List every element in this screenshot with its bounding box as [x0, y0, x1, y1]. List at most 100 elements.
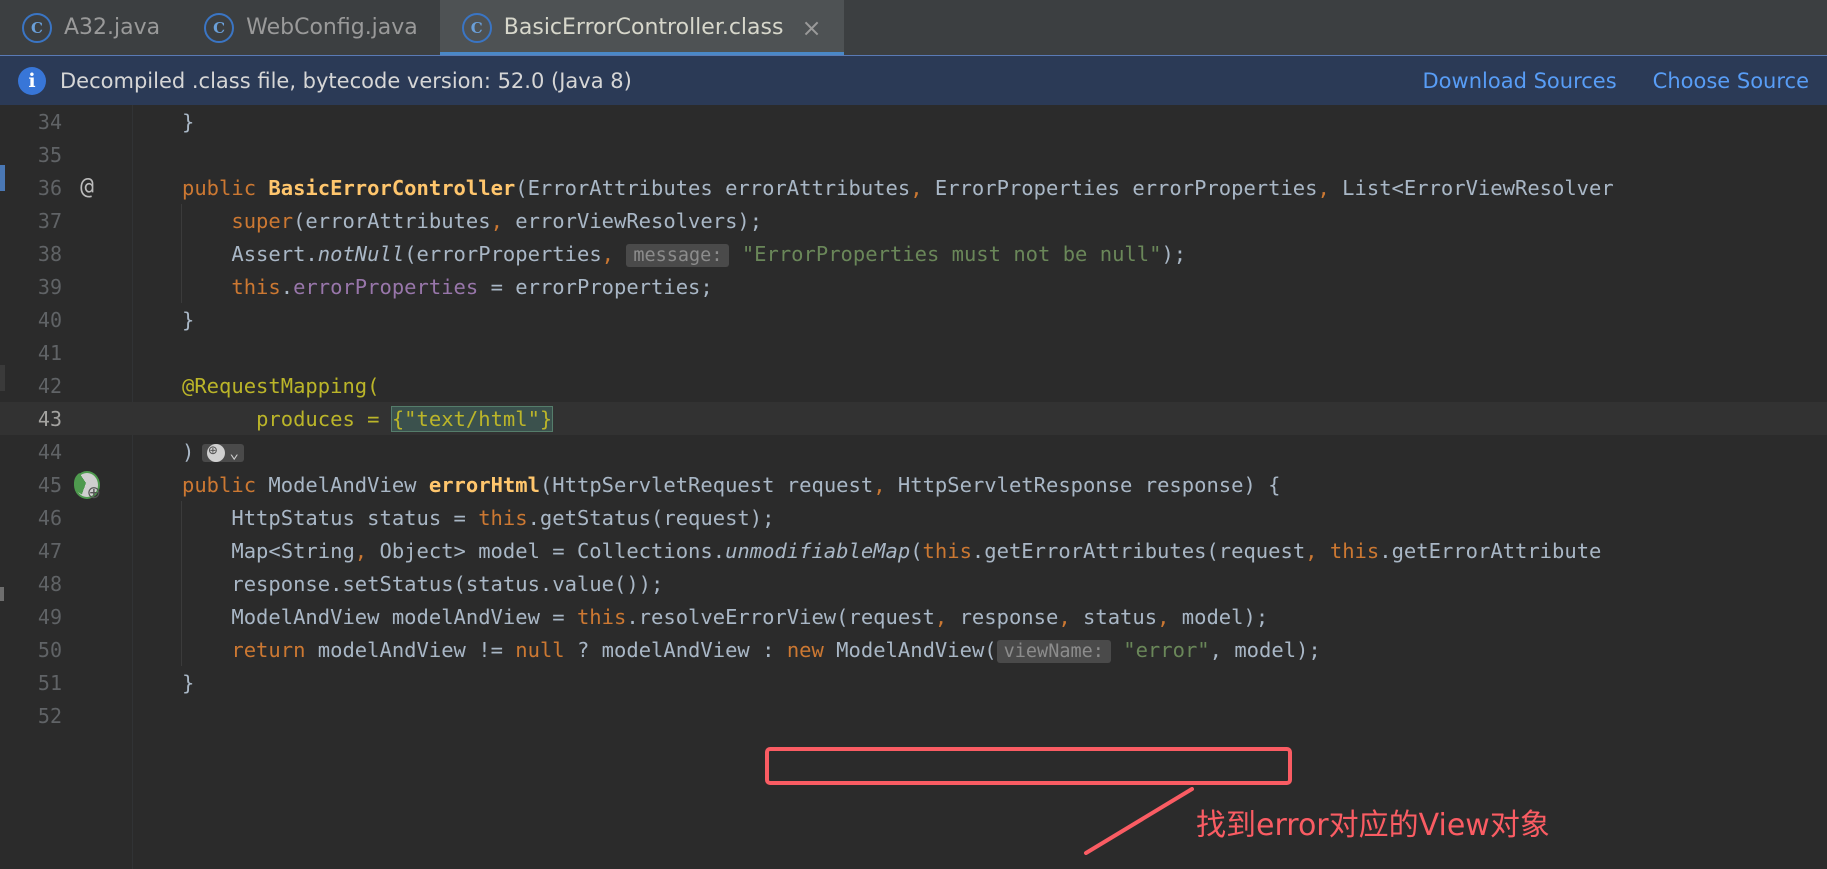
line-gutter[interactable]: 49	[0, 600, 132, 633]
info-icon: i	[18, 67, 46, 95]
code-line[interactable]: 49 ModelAndView modelAndView = this.reso…	[0, 600, 1827, 634]
line-gutter[interactable]: 37	[0, 204, 132, 237]
line-gutter[interactable]: 35	[0, 138, 132, 171]
code-content: HttpStatus status = this.getStatus(reque…	[231, 505, 775, 530]
indent-guide	[181, 501, 182, 535]
code-line[interactable]: 46 HttpStatus status = this.getStatus(re…	[0, 501, 1827, 535]
line-gutter[interactable]: 43	[0, 402, 132, 435]
code-token: "ErrorProperties must not be null"	[741, 241, 1162, 266]
code-content: ModelAndView modelAndView = this.resolve…	[231, 604, 1269, 629]
line-gutter[interactable]: 52	[0, 699, 132, 732]
line-gutter[interactable]: 44	[0, 435, 132, 468]
code-line[interactable]: 50 return modelAndView != null ? modelAn…	[0, 633, 1827, 667]
tab-basicerrorcontroller-class[interactable]: C BasicErrorController.class ×	[439, 0, 844, 55]
code-editor[interactable]: 34 } 35 36 @ public BasicErrorController…	[0, 105, 1827, 869]
line-number: 37	[37, 208, 62, 233]
code-line[interactable]: 38 Assert.notNull(errorProperties, messa…	[0, 237, 1827, 271]
line-gutter[interactable]: 42	[0, 369, 132, 402]
code-content: return modelAndView != null ? modelAndVi…	[231, 637, 1321, 663]
line-number: 47	[37, 538, 62, 563]
code-content: super(errorAttributes, errorViewResolver…	[231, 208, 763, 233]
line-gutter[interactable]: 38	[0, 237, 132, 270]
url-mapping-inlay[interactable]: ⌄	[202, 441, 244, 462]
globe-icon	[207, 441, 226, 462]
code-token: new	[786, 637, 824, 662]
line-gutter[interactable]: 34	[0, 105, 132, 138]
code-token: }	[182, 670, 195, 695]
line-number: 43	[37, 406, 62, 431]
line-number: 45	[37, 472, 62, 497]
line-number: 36	[37, 175, 62, 200]
globe-icon	[74, 470, 101, 502]
line-gutter[interactable]: 39	[0, 270, 132, 303]
tab-label: WebConfig.java	[246, 15, 418, 40]
choose-source-link[interactable]: Choose Source	[1653, 69, 1809, 93]
code-line[interactable]: 44 )⌄	[0, 435, 1827, 468]
code-token: response.setStatus(status.value());	[231, 571, 664, 596]
parameter-hint: message:	[626, 243, 730, 267]
indent-guide	[181, 600, 182, 634]
code-scroll-area[interactable]: 34 } 35 36 @ public BasicErrorController…	[0, 105, 1827, 869]
code-token: }	[182, 109, 195, 134]
line-number: 40	[37, 307, 62, 332]
annotation-gutter-icon[interactable]: @	[74, 175, 100, 201]
code-line[interactable]: 51 }	[0, 666, 1827, 699]
code-content: response.setStatus(status.value());	[132, 572, 663, 596]
code-line[interactable]: 45 public ModelAndView errorHtml(HttpSer…	[0, 468, 1827, 502]
code-content: )⌄	[132, 440, 244, 464]
code-line[interactable]: 36 @ public BasicErrorController(ErrorAt…	[0, 171, 1827, 204]
code-line[interactable]: 47 Map<String, Object> model = Collectio…	[0, 534, 1827, 568]
indent-guide	[181, 534, 182, 568]
code-content: Map<String, Object> model = Collections.…	[231, 538, 1602, 563]
tab-label: A32.java	[64, 15, 161, 40]
code-line[interactable]: 39 this.errorProperties = errorPropertie…	[0, 270, 1827, 304]
code-token: "error"	[1123, 637, 1210, 662]
notification-message: Decompiled .class file, bytecode version…	[60, 69, 632, 93]
line-number: 49	[37, 604, 62, 629]
close-icon[interactable]: ×	[801, 16, 821, 40]
code-line[interactable]: 40 }	[0, 303, 1827, 336]
code-content: produces = {"text/html"}	[132, 405, 554, 432]
download-sources-link[interactable]: Download Sources	[1423, 69, 1617, 93]
line-number: 48	[37, 571, 62, 596]
code-token: ModelAndView(	[823, 637, 997, 662]
code-line[interactable]: 42 @RequestMapping(	[0, 369, 1827, 402]
line-gutter[interactable]: 45	[0, 468, 132, 502]
line-number: 51	[37, 670, 62, 695]
tab-a32-java[interactable]: C A32.java	[0, 0, 182, 55]
code-token: @RequestMapping(	[182, 373, 380, 398]
code-line[interactable]: 37 super(errorAttributes, errorViewResol…	[0, 204, 1827, 238]
class-file-icon: C	[461, 12, 492, 43]
line-number: 38	[37, 241, 62, 266]
code-content: this.errorProperties = errorProperties;	[231, 274, 713, 299]
notification-actions: Download Sources Choose Source	[1423, 69, 1809, 93]
parameter-hint: viewName:	[996, 639, 1111, 663]
code-line[interactable]: 35	[0, 138, 1827, 171]
line-gutter[interactable]: 36 @	[0, 171, 132, 204]
indent-guide	[181, 237, 182, 271]
chevron-down-icon[interactable]: ⌄	[229, 444, 239, 461]
line-gutter[interactable]: 41	[0, 336, 132, 369]
code-token: )	[182, 439, 195, 464]
code-line[interactable]: 48 response.setStatus(status.value());	[0, 567, 1827, 601]
code-line[interactable]: 34 }	[0, 105, 1827, 138]
line-gutter[interactable]: 46	[0, 501, 132, 534]
indent-guide	[181, 567, 182, 601]
line-number: 42	[37, 373, 62, 398]
tab-webconfig-java[interactable]: C WebConfig.java	[182, 0, 440, 55]
line-gutter[interactable]: 50	[0, 633, 132, 666]
web-mapping-gutter-icon[interactable]	[74, 470, 101, 502]
code-content: public BasicErrorController(ErrorAttribu…	[182, 175, 1614, 200]
line-gutter[interactable]: 48	[0, 567, 132, 600]
line-gutter[interactable]: 51	[0, 666, 132, 699]
tab-bar-filler	[843, 0, 1827, 55]
line-number: 35	[37, 142, 62, 167]
code-line[interactable]: 52	[0, 699, 1827, 732]
line-gutter[interactable]: 47	[0, 534, 132, 567]
line-number: 46	[37, 505, 62, 530]
code-line-current[interactable]: 43 produces = {"text/html"}	[0, 402, 1827, 436]
code-token: }	[182, 307, 195, 332]
line-gutter[interactable]: 40	[0, 303, 132, 336]
code-line[interactable]: 41	[0, 336, 1827, 369]
code-token: , model);	[1209, 637, 1321, 662]
